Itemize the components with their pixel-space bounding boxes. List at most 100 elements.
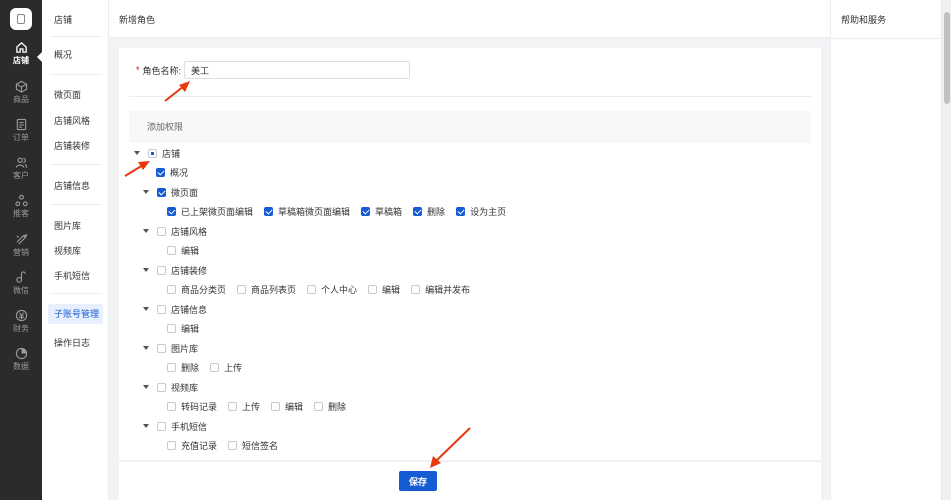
sidebar-item-image-library[interactable]: 图片库 bbox=[54, 219, 81, 232]
sidebar-item-overview[interactable]: 概况 bbox=[54, 48, 72, 61]
tree-leaf[interactable]: 短信签名 bbox=[228, 439, 278, 452]
rail-item-customers[interactable]: 客户 bbox=[0, 156, 42, 181]
tree-leaf[interactable]: 删除 bbox=[167, 361, 199, 374]
expand-caret-icon[interactable] bbox=[142, 188, 150, 196]
permission-checkbox[interactable] bbox=[413, 207, 423, 216]
sidebar-item-store-info[interactable]: 店铺信息 bbox=[54, 179, 90, 192]
permission-checkbox[interactable] bbox=[157, 304, 166, 314]
marketing-icon bbox=[15, 233, 28, 245]
tree-leaf[interactable]: 设为主页 bbox=[456, 205, 506, 218]
app-logo[interactable] bbox=[10, 8, 32, 30]
tree-leaf[interactable]: 充值记录 bbox=[167, 439, 217, 452]
divider bbox=[831, 38, 942, 39]
permission-checkbox[interactable] bbox=[148, 148, 157, 158]
permission-checkbox[interactable] bbox=[411, 285, 421, 294]
permission-checkbox[interactable] bbox=[167, 441, 176, 450]
expand-caret-icon[interactable] bbox=[142, 422, 150, 430]
scrollbar-thumb[interactable] bbox=[944, 12, 950, 104]
expand-caret-icon[interactable] bbox=[142, 266, 150, 274]
tree-node[interactable]: 店铺风格 bbox=[142, 224, 207, 238]
sidebar-item-micro-page[interactable]: 微页面 bbox=[54, 88, 81, 101]
expand-caret-icon[interactable] bbox=[142, 227, 150, 235]
tree-leaf[interactable]: 转码记录 bbox=[167, 400, 217, 413]
tree-leaf[interactable]: 商品分类页 bbox=[167, 283, 226, 296]
sidebar-item-store-decoration[interactable]: 店铺装修 bbox=[54, 139, 90, 152]
permission-checkbox[interactable] bbox=[156, 168, 165, 177]
rail-item-promoters[interactable]: 推客 bbox=[0, 194, 42, 219]
tree-leaf[interactable]: 上传 bbox=[210, 361, 242, 374]
permission-checkbox[interactable] bbox=[167, 324, 176, 333]
tree-node-root[interactable]: 店铺 bbox=[133, 146, 180, 160]
permission-checkbox[interactable] bbox=[368, 285, 378, 294]
role-name-label: 角色名称: bbox=[142, 65, 182, 76]
permission-checkbox[interactable] bbox=[228, 441, 238, 450]
sidebar-item-video-library[interactable]: 视频库 bbox=[54, 244, 81, 257]
tree-leaf[interactable]: 编辑 bbox=[167, 322, 199, 335]
tree-leaf[interactable]: 个人中心 bbox=[307, 283, 357, 296]
permission-checkbox[interactable] bbox=[157, 226, 166, 236]
sidebar-item-sms[interactable]: 手机短信 bbox=[54, 269, 90, 282]
tree-leaf[interactable]: 草稿箱微页面编辑 bbox=[264, 205, 350, 218]
permission-checkbox[interactable] bbox=[167, 285, 176, 294]
sidebar-item-operation-log[interactable]: 操作日志 bbox=[54, 336, 90, 349]
permission-checkbox[interactable] bbox=[157, 265, 166, 275]
permission-checkbox[interactable] bbox=[314, 402, 324, 411]
sidebar-item-sub-accounts[interactable]: 子账号管理 bbox=[48, 304, 103, 324]
permission-checkbox[interactable] bbox=[157, 187, 166, 197]
tree-node[interactable]: 图片库 bbox=[142, 341, 198, 355]
tree-leaf[interactable]: 编辑 bbox=[167, 244, 199, 257]
role-name-input[interactable] bbox=[184, 61, 411, 79]
permission-checkbox[interactable] bbox=[167, 207, 176, 216]
tree-leaf[interactable]: 已上架微页面编辑 bbox=[167, 205, 253, 218]
permission-checkbox[interactable] bbox=[271, 402, 281, 411]
tree-node[interactable]: 视频库 bbox=[142, 380, 198, 394]
tree-leaf[interactable]: 上传 bbox=[228, 400, 260, 413]
permission-checkbox[interactable] bbox=[167, 402, 176, 411]
tree-leaf[interactable]: 编辑并发布 bbox=[411, 283, 470, 296]
permission-checkbox[interactable] bbox=[167, 246, 176, 255]
permission-label: 上传 bbox=[242, 402, 261, 412]
tree-leaf[interactable]: 编辑 bbox=[271, 400, 303, 413]
tree-node[interactable]: 店铺装修 bbox=[142, 263, 207, 277]
permission-checkbox[interactable] bbox=[361, 207, 371, 216]
tree-node[interactable]: 概况 bbox=[156, 166, 188, 180]
permission-checkbox[interactable] bbox=[228, 402, 238, 411]
finance-icon bbox=[15, 309, 27, 322]
rail-item-marketing[interactable]: 营销 bbox=[0, 233, 42, 258]
permission-checkbox[interactable] bbox=[237, 285, 247, 294]
rail-item-goods[interactable]: 商品 bbox=[0, 80, 42, 105]
permission-label: 编辑 bbox=[285, 402, 304, 412]
page-scrollbar[interactable] bbox=[941, 0, 951, 500]
expand-caret-icon[interactable] bbox=[133, 149, 141, 157]
tree-leaf[interactable]: 草稿箱 bbox=[361, 205, 402, 218]
rail-item-store[interactable]: 店铺 bbox=[0, 41, 42, 66]
tree-leaf[interactable]: 编辑 bbox=[368, 283, 400, 296]
permission-checkbox[interactable] bbox=[157, 343, 166, 353]
tree-node[interactable]: 手机短信 bbox=[142, 419, 207, 433]
expand-caret-icon[interactable] bbox=[142, 383, 150, 391]
rail-item-finance[interactable]: 财务 bbox=[0, 309, 42, 334]
permission-checkbox[interactable] bbox=[456, 207, 466, 216]
tree-node[interactable]: 店铺信息 bbox=[142, 302, 207, 316]
tree-leaf[interactable]: 删除 bbox=[314, 400, 346, 413]
permission-checkbox[interactable] bbox=[210, 363, 220, 372]
expand-caret-icon[interactable] bbox=[142, 305, 150, 313]
permission-checkbox[interactable] bbox=[157, 382, 166, 392]
tree-leaf-group: 已上架微页面编辑 草稿箱微页面编辑 草稿箱 删除 设为主页 bbox=[167, 205, 517, 219]
tree-leaf[interactable]: 商品列表页 bbox=[237, 283, 296, 296]
tree-leaf-group: 充值记录 短信签名 bbox=[167, 439, 289, 453]
save-button[interactable]: 保存 bbox=[399, 471, 437, 491]
permission-checkbox[interactable] bbox=[167, 363, 176, 372]
permission-checkbox[interactable] bbox=[264, 207, 274, 216]
rail-item-wechat[interactable]: 微信 bbox=[0, 271, 42, 296]
help-title[interactable]: 帮助和服务 bbox=[841, 13, 886, 26]
permission-label: 编辑并发布 bbox=[425, 285, 471, 295]
rail-item-data[interactable]: 数据 bbox=[0, 347, 42, 372]
permission-checkbox[interactable] bbox=[307, 285, 317, 294]
rail-item-orders[interactable]: 订单 bbox=[0, 118, 42, 143]
permission-checkbox[interactable] bbox=[157, 421, 166, 431]
tree-leaf[interactable]: 删除 bbox=[413, 205, 445, 218]
tree-node[interactable]: 微页面 bbox=[142, 185, 198, 199]
sidebar-item-store-style[interactable]: 店铺风格 bbox=[54, 114, 90, 127]
expand-caret-icon[interactable] bbox=[142, 344, 150, 352]
